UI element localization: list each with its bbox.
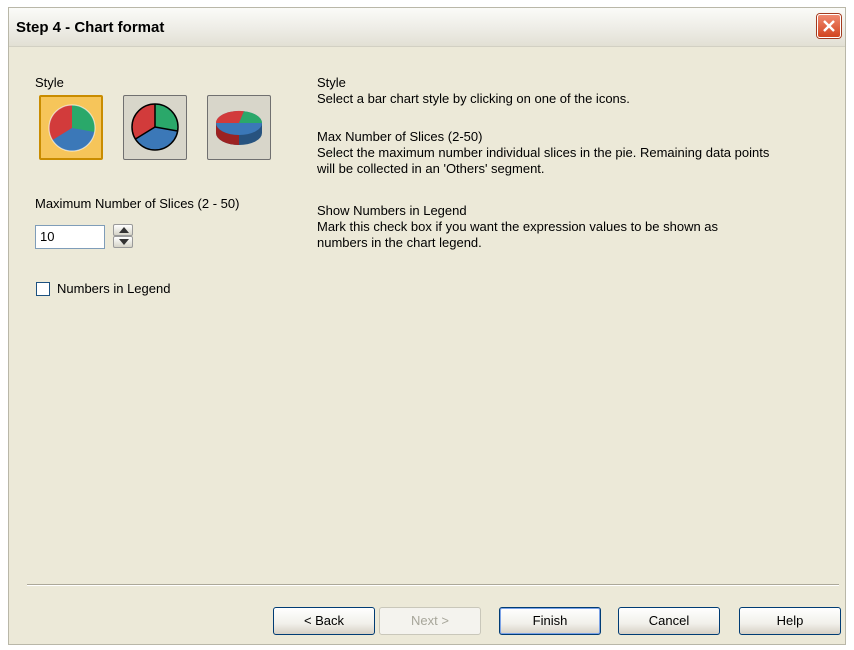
style-help: Style Select a bar chart style by clicki… [317, 75, 630, 107]
style-option-flat[interactable] [39, 95, 103, 160]
footer-separator [27, 584, 839, 586]
max-slices-label: Maximum Number of Slices (2 - 50) [35, 196, 240, 211]
numbers-in-legend-label[interactable]: Numbers in Legend [57, 281, 170, 296]
chevron-down-icon [119, 239, 129, 245]
numbers-in-legend-checkbox[interactable] [36, 282, 50, 296]
title-bar: Step 4 - Chart format [9, 8, 845, 47]
dialog-title: Step 4 - Chart format [16, 19, 165, 36]
style-option-outlined[interactable] [123, 95, 187, 160]
back-button[interactable]: < Back [273, 607, 375, 635]
pie-style-3d-icon [215, 110, 263, 145]
legend-help: Show Numbers in Legend Mark this check b… [317, 203, 718, 251]
chevron-up-icon [119, 227, 129, 233]
pie-style-outlined-icon [131, 103, 179, 151]
style-help-title: Style [317, 75, 346, 90]
legend-help-text-1: Mark this check box if you want the expr… [317, 219, 719, 234]
pie-style-flat-icon [48, 104, 96, 152]
slices-help: Max Number of Slices (2-50) Select the m… [317, 129, 769, 177]
close-button[interactable] [817, 14, 841, 38]
slices-help-title: Max Number of Slices (2-50) [317, 129, 483, 144]
slices-help-text-2: will be collected in an 'Others' segment… [317, 161, 545, 176]
next-button[interactable]: Next > [379, 607, 481, 635]
max-slices-stepper [113, 224, 133, 248]
spin-down-button[interactable] [113, 236, 133, 248]
legend-help-title: Show Numbers in Legend [317, 203, 467, 218]
style-label: Style [35, 75, 64, 90]
legend-help-text-2: numbers in the chart legend. [317, 235, 482, 250]
help-button[interactable]: Help [739, 607, 841, 635]
style-option-3d[interactable] [207, 95, 271, 160]
max-slices-input[interactable]: 10 [35, 225, 105, 249]
chart-format-dialog: Step 4 - Chart format Style Maximum Numb… [8, 7, 846, 645]
spin-up-button[interactable] [113, 224, 133, 236]
slices-help-text-1: Select the maximum number individual sli… [317, 145, 770, 160]
finish-button[interactable]: Finish [499, 607, 601, 635]
cancel-button[interactable]: Cancel [618, 607, 720, 635]
close-icon [823, 20, 835, 32]
style-help-text: Select a bar chart style by clicking on … [317, 91, 630, 106]
